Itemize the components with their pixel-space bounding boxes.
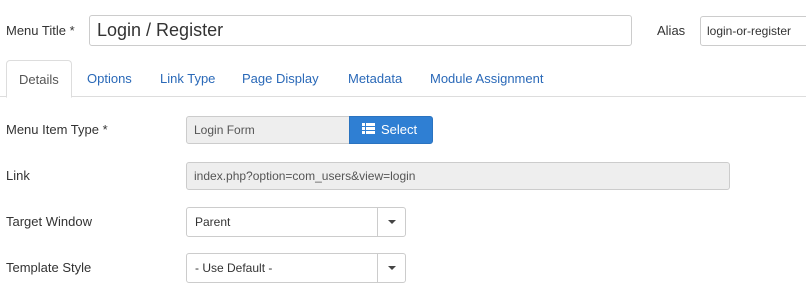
menu-title-input[interactable]: Login / Register <box>89 15 632 46</box>
template-style-caret-box <box>377 254 405 282</box>
target-window-value: Parent <box>195 215 231 229</box>
menu-item-type-label: Menu Item Type * <box>6 122 108 137</box>
menu-item-type-field: Login Form <box>186 116 350 144</box>
target-window-label: Target Window <box>6 214 92 229</box>
tab-details[interactable]: Details <box>6 60 72 98</box>
menu-item-edit-page: Menu Title * Login / Register Alias logi… <box>0 0 806 302</box>
template-style-label: Template Style <box>6 260 92 275</box>
menu-title-label: Menu Title * <box>6 23 75 38</box>
list-icon <box>362 117 375 143</box>
alias-label: Alias <box>657 23 686 38</box>
template-style-value: - Use Default - <box>195 261 273 275</box>
caret-down-icon <box>388 266 396 270</box>
select-menu-item-type-button[interactable]: Select <box>349 116 433 144</box>
target-window-caret-box <box>377 208 405 236</box>
tab-options[interactable]: Options <box>87 60 132 97</box>
select-button-label: Select <box>381 122 418 137</box>
tab-link-type[interactable]: Link Type <box>160 60 215 97</box>
template-style-select[interactable]: - Use Default - <box>186 253 406 283</box>
link-field: index.php?option=com_users&view=login <box>186 162 730 190</box>
tab-bar: Details Options Link Type Page Display M… <box>0 60 806 98</box>
alias-input[interactable]: login-or-register <box>700 16 806 46</box>
target-window-select[interactable]: Parent <box>186 207 406 237</box>
tab-metadata[interactable]: Metadata <box>348 60 402 97</box>
tab-module-assignment[interactable]: Module Assignment <box>430 60 543 97</box>
tab-page-display[interactable]: Page Display <box>242 60 319 97</box>
caret-down-icon <box>388 220 396 224</box>
link-label: Link <box>6 168 30 183</box>
